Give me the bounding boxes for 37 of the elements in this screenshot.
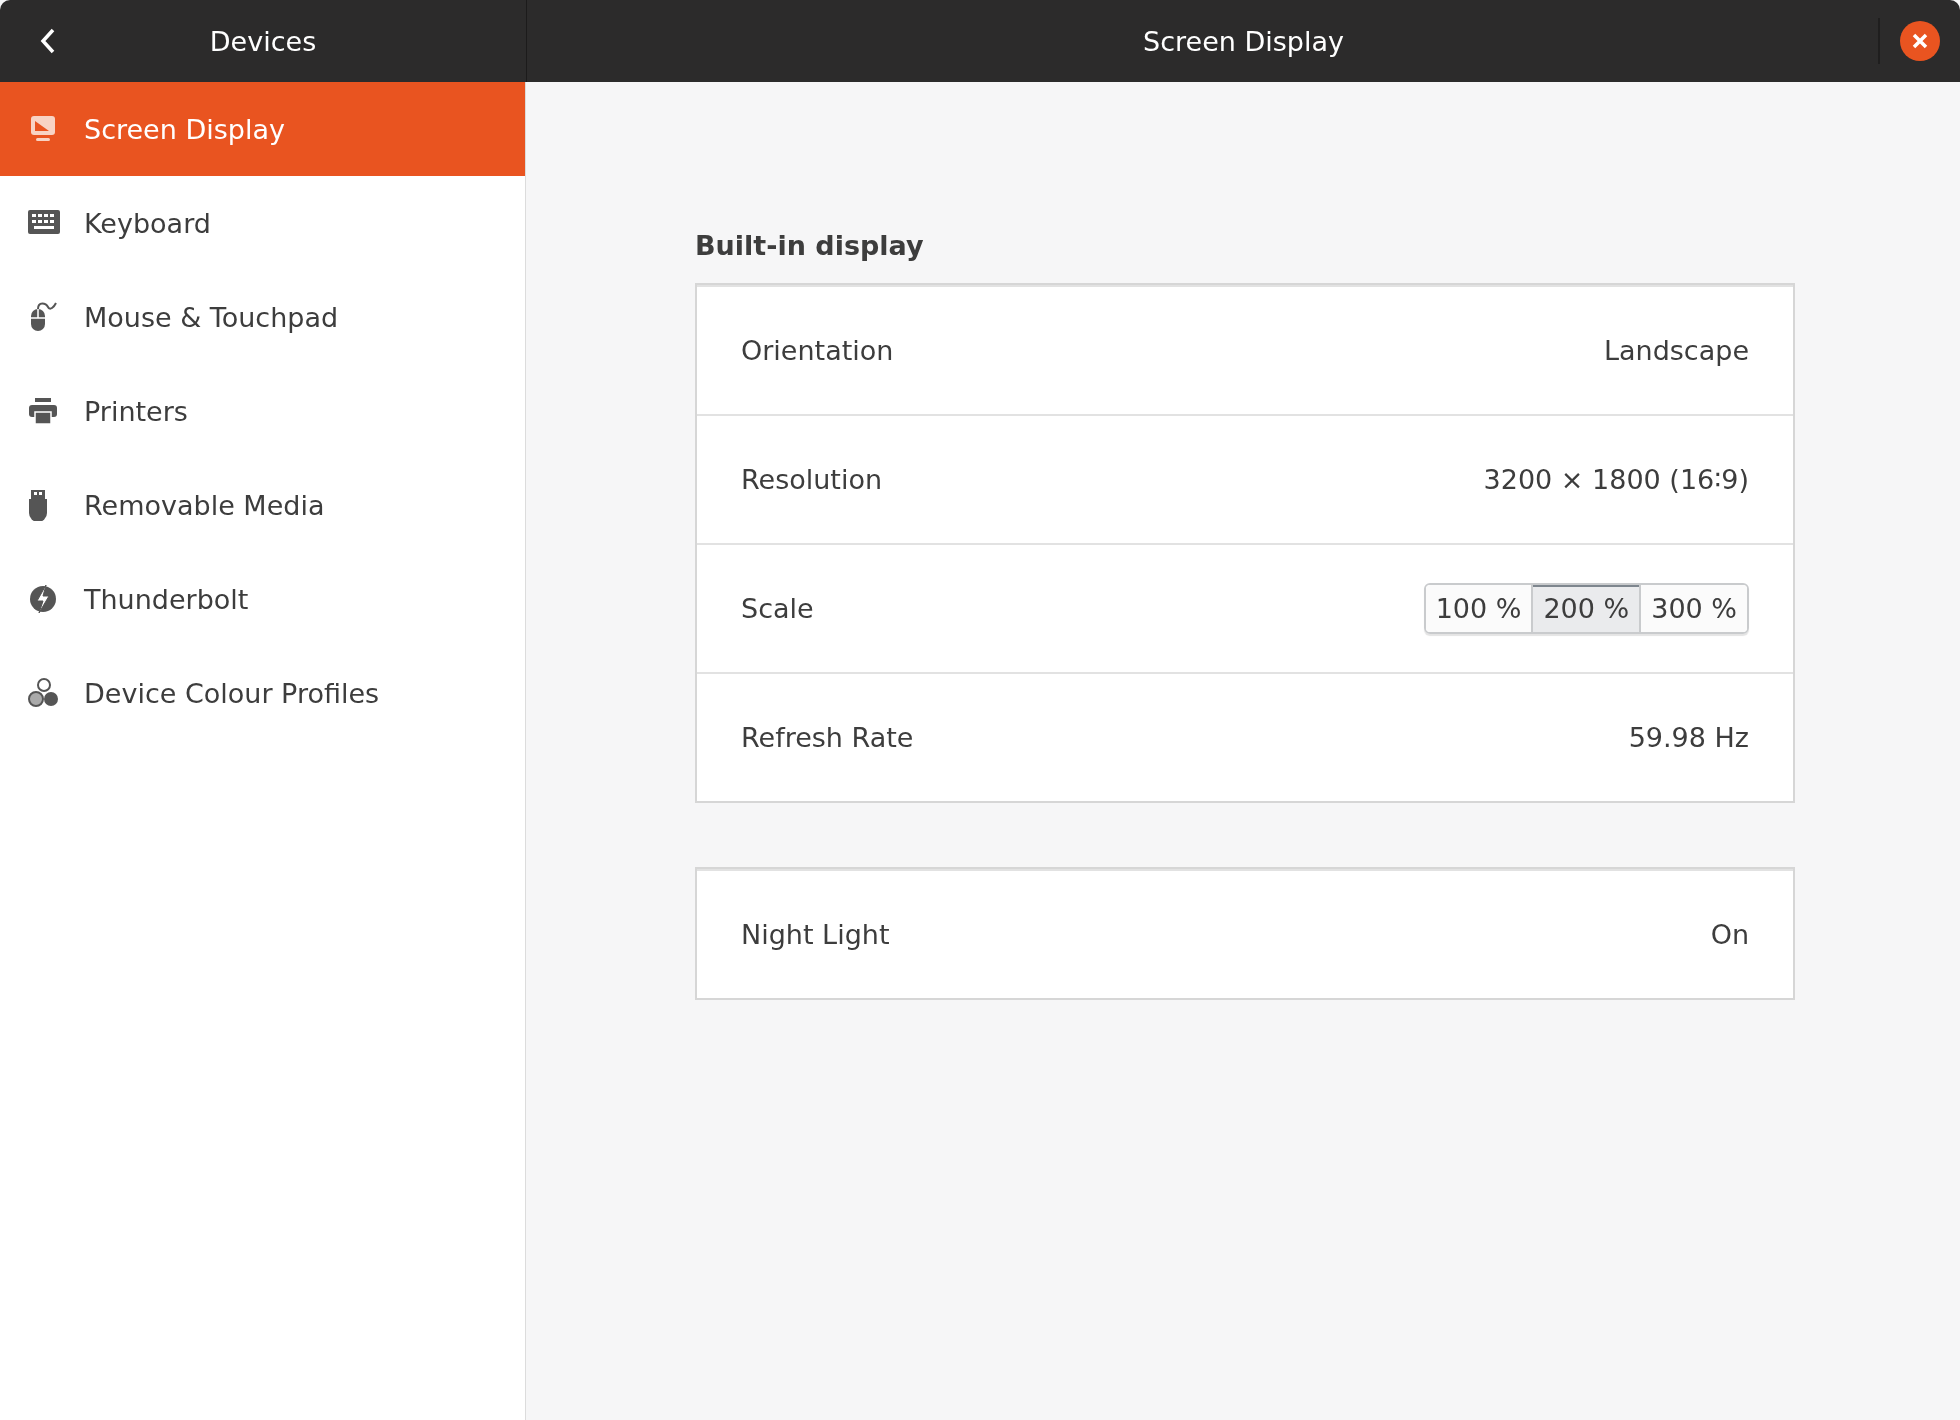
setting-row[interactable]: Scale 100 % 200 % 300 % <box>697 543 1793 672</box>
section-heading: Built-in display <box>695 230 925 261</box>
setting-value: On <box>1710 919 1749 950</box>
keyboard-icon <box>28 210 60 236</box>
setting-row[interactable]: Night Light On <box>697 869 1793 998</box>
setting-label: Resolution <box>741 464 883 495</box>
sidebar-item[interactable]: Keyboard <box>0 176 525 270</box>
setting-value: Landscape <box>1603 335 1749 366</box>
setting-value: 3200 × 1800 (16∶9) <box>1483 464 1749 495</box>
mouse-icon <box>28 301 58 333</box>
sidebar-item[interactable]: Device Colour Profiles <box>0 646 525 740</box>
scale-option[interactable]: 300 % <box>1639 585 1747 632</box>
close-icon <box>1911 32 1929 50</box>
setting-label: Orientation <box>741 335 894 366</box>
setting-row[interactable]: Orientation Landscape <box>697 285 1793 414</box>
setting-label: Night Light <box>741 919 890 950</box>
sidebar-item[interactable]: Removable Media <box>0 458 525 552</box>
sidebar-item[interactable]: Printers <box>0 364 525 458</box>
usb-stick-icon <box>28 489 48 521</box>
setting-row[interactable]: Refresh Rate 59.98 Hz <box>697 672 1793 801</box>
setting-row[interactable]: Resolution 3200 × 1800 (16∶9) <box>697 414 1793 543</box>
lightning-icon <box>28 583 58 615</box>
close-button[interactable] <box>1900 21 1940 61</box>
sidebar-title: Devices <box>209 25 317 57</box>
circles-icon <box>28 677 60 709</box>
sidebar-item[interactable]: Mouse & Touchpad <box>0 270 525 364</box>
sidebar-item[interactable]: Screen Display <box>0 82 525 176</box>
sidebar-item[interactable]: Thunderbolt <box>0 552 525 646</box>
scale-option[interactable]: 100 % <box>1425 585 1532 632</box>
back-icon <box>40 28 56 54</box>
display-icon <box>28 114 58 144</box>
window-title: Screen Display <box>1143 25 1344 57</box>
setting-value: 59.98 Hz <box>1628 722 1749 753</box>
scale-option[interactable]: 200 % <box>1531 585 1640 632</box>
setting-label: Scale <box>741 593 814 624</box>
printer-icon <box>28 397 58 425</box>
setting-label: Refresh Rate <box>741 722 914 753</box>
